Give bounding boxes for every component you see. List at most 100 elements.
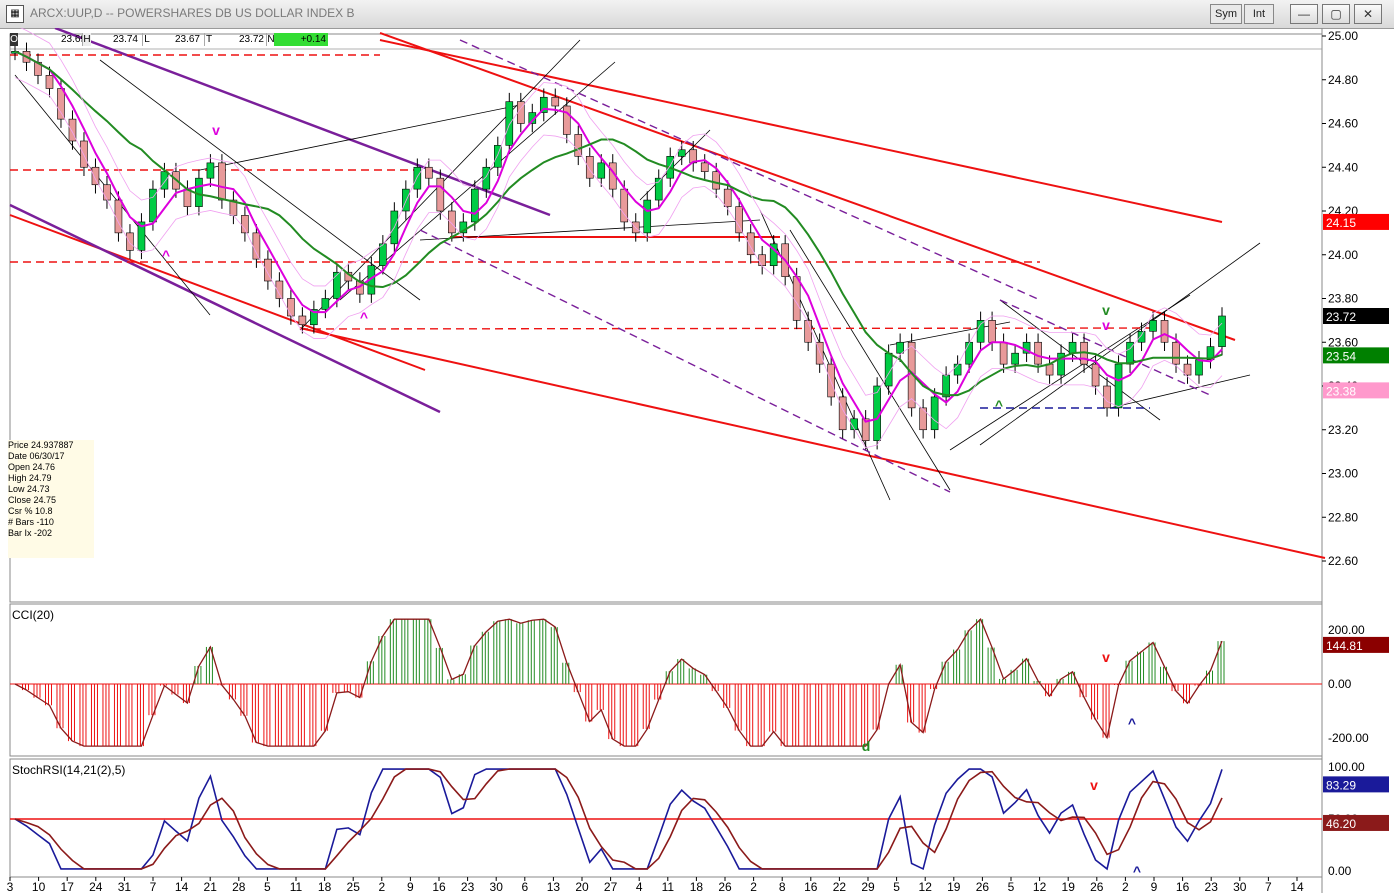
candle-body: [976, 320, 985, 343]
app-icon: ▦: [6, 5, 24, 23]
grid: [9, 28, 1323, 893]
x-axis-label: 25: [347, 880, 361, 893]
price-tick-label: 22.80: [1328, 510, 1358, 524]
cci-line: [14, 618, 1223, 747]
minimize-icon[interactable]: —: [1290, 4, 1318, 24]
x-axis-label: 5: [1008, 880, 1015, 893]
x-axis-label: 16: [432, 880, 446, 893]
price-tick-label: 23.60: [1328, 335, 1358, 349]
dashed-line: [459, 39, 1041, 301]
candle-body: [1218, 315, 1226, 347]
candle-body: [1172, 341, 1180, 365]
price-tick-label: 24.00: [1328, 248, 1358, 262]
candle-body: [413, 166, 422, 190]
x-axis-label: 28: [232, 880, 246, 893]
cci-histogram: [10, 618, 1322, 747]
price-tick-label: 23.00: [1328, 467, 1358, 481]
cci-tag-label: 144.81: [1326, 639, 1363, 653]
price-tag-label: 24.15: [1326, 216, 1356, 230]
candle-body: [735, 206, 744, 234]
candle-body: [241, 215, 249, 234]
price-tick-label: 24.40: [1328, 160, 1358, 174]
candle-body: [677, 149, 686, 157]
trendline: [639, 129, 711, 201]
x-axis-label: 26: [1090, 880, 1104, 893]
candle-body: [160, 171, 169, 190]
x-axis-label: 26: [718, 880, 732, 893]
price-tick-label: 22.60: [1328, 554, 1358, 568]
candle-body: [57, 88, 65, 120]
annotation-mark: ^: [162, 247, 170, 263]
chart-window: ▦ ARCX:UUP,D -- POWERSHARES DB US DOLLAR…: [0, 0, 1394, 893]
candle-body: [804, 320, 812, 343]
x-axis-label: 13: [547, 880, 561, 893]
x-axis-label: 18: [318, 880, 332, 893]
x-axis-label: 11: [290, 880, 303, 893]
candle-body: [321, 298, 330, 310]
close-icon[interactable]: ✕: [1354, 4, 1382, 24]
window-title: ARCX:UUP,D -- POWERSHARES DB US DOLLAR I…: [30, 6, 355, 20]
int-button[interactable]: Int: [1244, 4, 1274, 24]
price-tick-label: 24.80: [1328, 73, 1358, 87]
stoch-tag-blue-label: 83.29: [1326, 778, 1356, 792]
price-tick-label: 25.00: [1328, 29, 1358, 43]
candle-body: [643, 199, 652, 234]
x-axis-label: 5: [893, 880, 900, 893]
trendline: [199, 104, 521, 171]
info-close: Close 24.75: [8, 495, 57, 505]
x-axis-label: 24: [89, 880, 103, 893]
trendline: [299, 327, 1326, 559]
annotation-mark: v: [212, 122, 220, 138]
x-axis-label: 6: [521, 880, 528, 893]
candle-body: [505, 101, 514, 146]
low-label: L: [142, 33, 151, 46]
candle-body: [930, 396, 939, 431]
candle-body: [126, 232, 134, 251]
maximize-icon[interactable]: ▢: [1322, 4, 1350, 24]
price-tag-label: 23.38: [1326, 384, 1356, 398]
x-axis-label: 19: [947, 880, 961, 893]
candle-body: [218, 162, 226, 201]
x-axis-label: 26: [976, 880, 990, 893]
price-tag-label: 23.72: [1326, 310, 1356, 324]
candle-body: [723, 188, 732, 207]
cci-tick-label: -200.00: [1328, 731, 1369, 745]
high-value: 23.74: [112, 34, 138, 45]
candle-body: [183, 188, 192, 207]
candle-body: [1045, 363, 1054, 376]
stoch-tick-label: 0.00: [1328, 864, 1352, 878]
candle-body: [999, 341, 1008, 365]
candle-body: [700, 162, 709, 172]
candle-body: [1011, 352, 1019, 365]
x-axis-label: 23: [1205, 880, 1219, 893]
last-label: T: [204, 33, 213, 46]
info-csr: Csr % 10.8: [8, 506, 53, 516]
cursor-info-box: Price 24.937887 Date 06/30/17 Open 24.76…: [8, 440, 94, 558]
candle-body: [896, 341, 904, 354]
x-axis-label: 9: [407, 880, 414, 893]
price-tick-label: 23.80: [1328, 292, 1358, 306]
candle-body: [1034, 341, 1042, 365]
title-bar: ▦ ARCX:UUP,D -- POWERSHARES DB US DOLLAR…: [0, 0, 1394, 29]
open-value: 23.69: [60, 34, 86, 45]
x-axis-label: 7: [1265, 880, 1272, 893]
candle-body: [1149, 320, 1157, 332]
candle-body: [1103, 385, 1111, 409]
candle-body: [482, 166, 491, 190]
price-tick-label: 23.20: [1328, 423, 1358, 437]
trendline: [979, 242, 1261, 446]
x-axis-label: 31: [118, 880, 132, 893]
x-axis-label: 20: [575, 880, 589, 893]
cci-tick-label: 200.00: [1328, 623, 1365, 637]
candle-body: [597, 162, 606, 179]
x-axis-label: 16: [804, 880, 818, 893]
price-tag-label: 23.54: [1326, 349, 1356, 363]
dashed-line: [299, 327, 1151, 330]
high-label: H: [82, 33, 91, 46]
candle-body: [965, 341, 973, 365]
info-high: High 24.79: [8, 473, 52, 483]
sym-button[interactable]: Sym: [1210, 4, 1242, 24]
x-axis-label: 18: [690, 880, 704, 893]
x-axis-label: 7: [150, 880, 157, 893]
x-axis-label: 3: [7, 880, 14, 893]
